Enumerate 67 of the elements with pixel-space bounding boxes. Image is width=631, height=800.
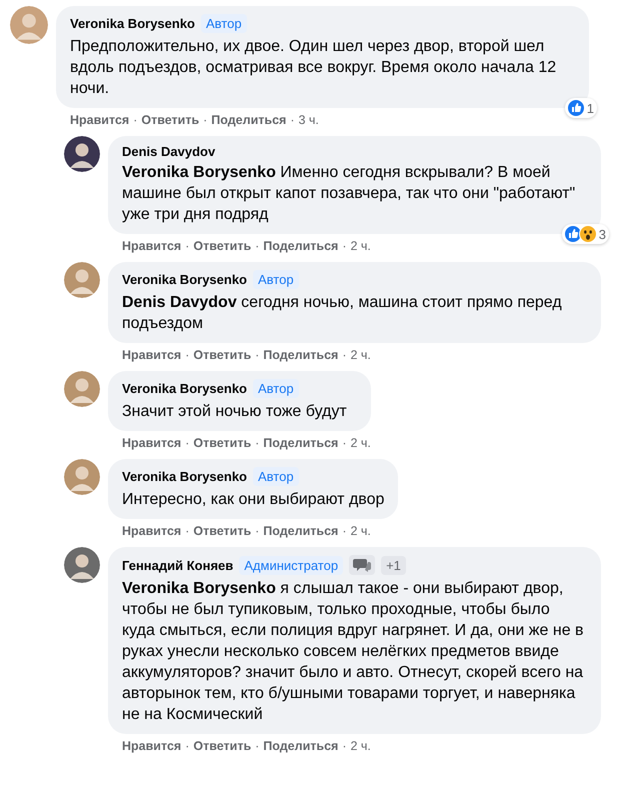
separator-dot: · [342, 739, 346, 753]
author-name[interactable]: Denis Davydov [122, 144, 216, 159]
share-link[interactable]: Поделиться [263, 348, 338, 362]
separator-dot: · [203, 113, 208, 127]
separator-dot: · [185, 239, 190, 253]
timestamp[interactable]: 2 ч. [350, 739, 371, 753]
avatar-icon[interactable] [64, 136, 100, 172]
separator-dot: · [342, 348, 346, 362]
separator-dot: · [185, 739, 190, 753]
reply-link[interactable]: Ответить [193, 524, 252, 538]
separator-dot: · [133, 113, 138, 127]
timestamp[interactable]: 2 ч. [350, 348, 371, 362]
reply-link[interactable]: Ответить [193, 348, 252, 362]
author-name[interactable]: Veronika Borysenko [122, 381, 247, 396]
reactions-summary[interactable]: 1 [564, 98, 597, 118]
separator-dot: · [255, 739, 260, 753]
reply-link[interactable]: Ответить [141, 113, 200, 127]
separator-dot: · [342, 239, 346, 253]
share-link[interactable]: Поделиться [211, 113, 286, 127]
comment-text: Denis Davydov сегодня ночью, машина стоит прямо перед подъездом [122, 293, 563, 334]
separator-dot: · [342, 436, 346, 450]
separator-dot: · [185, 436, 190, 450]
share-link[interactable]: Поделиться [263, 239, 338, 253]
reply-link[interactable]: Ответить [193, 436, 252, 450]
comment-text: Veronika Borysenko Именно сегодня вскрывали? В моей машине был открыт капот позавчера, так что они "работают" уже три дня подряд [122, 163, 576, 225]
like-link[interactable]: Нравится [122, 348, 182, 362]
reply-link[interactable]: Ответить [193, 739, 252, 753]
like-link[interactable]: Нравится [122, 739, 182, 753]
timestamp[interactable]: 2 ч. [350, 524, 371, 538]
wow-reaction-icon [578, 225, 597, 243]
separator-dot: · [255, 436, 260, 450]
separator-dot: · [290, 113, 294, 127]
timestamp[interactable]: 2 ч. [350, 239, 371, 253]
separator-dot: · [342, 524, 346, 538]
role-badge: Автор [253, 270, 299, 289]
comment-text: Значит этой ночью тоже будут [122, 402, 348, 422]
separator-dot: · [185, 348, 190, 362]
author-name[interactable]: Veronika Borysenko [122, 469, 247, 484]
separator-dot: · [185, 524, 190, 538]
count-badge: +1 [381, 556, 406, 574]
reactions-summary[interactable]: 3 [562, 224, 609, 244]
role-badge: Администратор [239, 556, 344, 574]
like-link[interactable]: Нравится [70, 113, 130, 127]
author-name[interactable]: Геннадий Коняев [122, 558, 234, 572]
author-name[interactable]: Veronika Borysenko [122, 272, 247, 287]
author-name[interactable]: Veronika Borysenko [70, 16, 195, 31]
share-link[interactable]: Поделиться [263, 436, 338, 450]
separator-dot: · [255, 239, 260, 253]
comment-text: Предположительно, их двое. Один шел через двор, второй шел вдоль подъездов, осматривая все вокруг. Время около начала 12 ночи. [70, 37, 558, 99]
like-reaction-icon [566, 99, 585, 117]
like-link[interactable]: Нравится [122, 239, 182, 253]
share-link[interactable]: Поделиться [263, 524, 338, 538]
comment-text: Veronika Borysenko я слышал такое - они выбирают двор, чтобы не был тупиковым, только проходные, чтобы было куда смыться, если полиция вдруг нагрянет. И да, они же не в руках унесли несколько совсем нелёгких предметов ввиде аккумуляторов? значит было и авто. Отнесут, скорей всего на авторынок тем, кто б/ушными товарами торгует, и наверняка не на Космический [122, 579, 585, 725]
like-link[interactable]: Нравится [122, 524, 182, 538]
like-link[interactable]: Нравится [122, 436, 182, 450]
role-badge: Автор [201, 14, 247, 33]
timestamp[interactable]: 2 ч. [350, 436, 371, 450]
role-badge: Автор [253, 379, 299, 398]
role-badge: Автор [253, 467, 299, 486]
timestamp[interactable]: 3 ч. [298, 113, 319, 127]
share-link[interactable]: Поделиться [263, 739, 338, 753]
avatar-icon[interactable] [64, 547, 100, 583]
chat-badge-icon [349, 555, 376, 575]
reply-link[interactable]: Ответить [193, 239, 252, 253]
separator-dot: · [255, 348, 260, 362]
comment-text: Интересно, как они выбирают двор [122, 490, 384, 510]
separator-dot: · [255, 524, 260, 538]
